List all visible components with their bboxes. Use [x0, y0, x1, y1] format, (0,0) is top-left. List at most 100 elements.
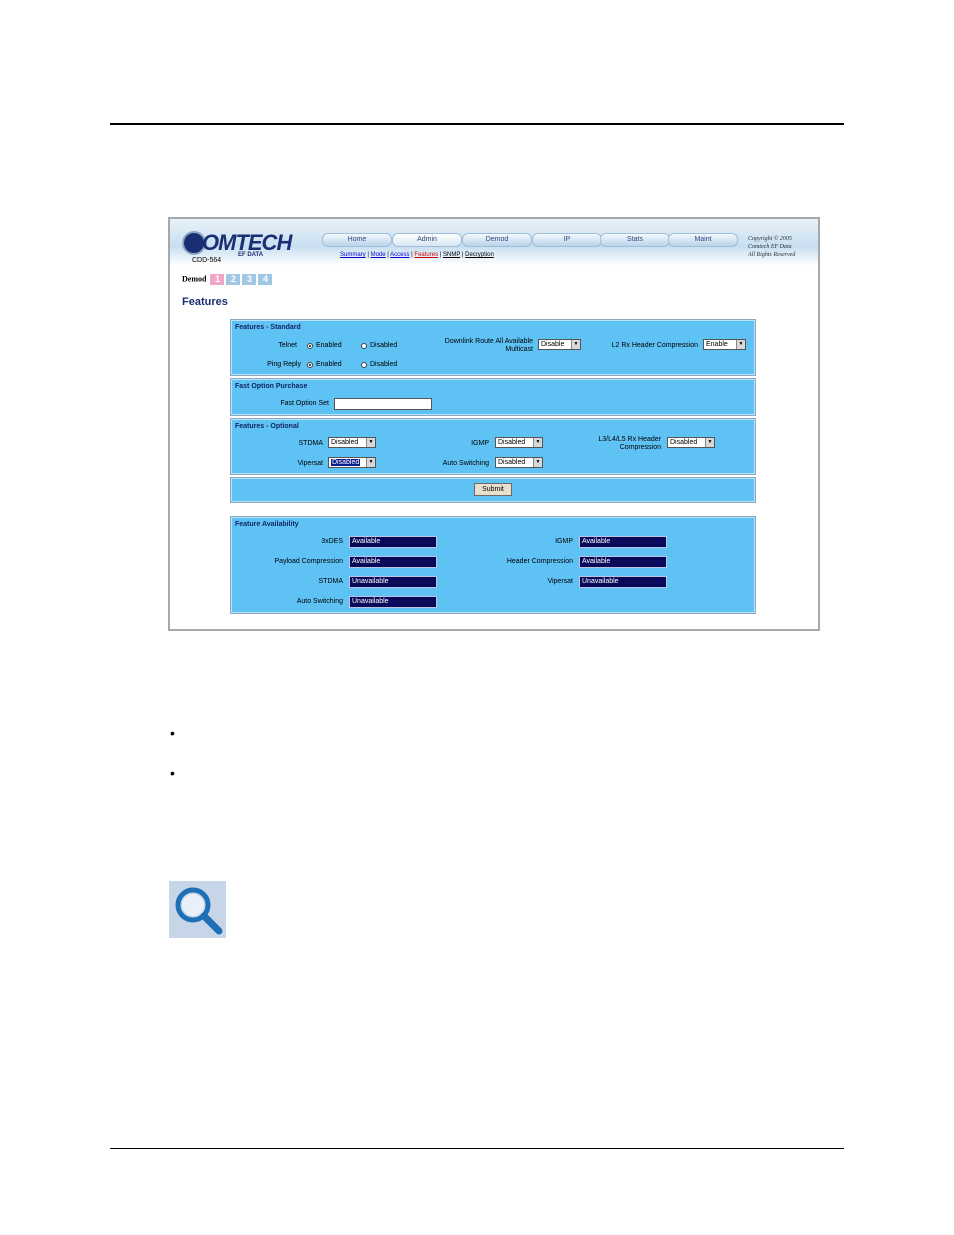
- subnav-access[interactable]: Access: [390, 252, 409, 258]
- telnet-disabled-radio[interactable]: Disabled: [361, 342, 397, 349]
- magnifier-icon: [169, 881, 226, 938]
- select-value: Enable: [706, 341, 728, 348]
- radio-label: Enabled: [316, 361, 342, 368]
- bullet: •: [170, 765, 175, 781]
- downlink-route-label-line: Downlink Route All Available: [444, 338, 533, 345]
- chevron-down-icon: ▼: [736, 340, 745, 349]
- copyright-line: All Rights Reserved: [748, 252, 796, 258]
- tab-maint[interactable]: Maint: [668, 233, 738, 247]
- auto-switching-label: Auto Switching: [442, 460, 489, 467]
- chevron-down-icon: ▼: [533, 438, 542, 447]
- l3-l4-l5-rx-header-compression-label: L3/L4/L5 Rx Header Compression: [598, 436, 661, 452]
- radio-dot: [307, 361, 313, 368]
- panel-header: Features - Standard: [235, 324, 301, 331]
- availability-value: Unavailable: [349, 596, 437, 608]
- availability-value: Available: [579, 536, 667, 548]
- tab-home[interactable]: Home: [322, 233, 392, 247]
- radio-dot: [307, 342, 313, 349]
- subnav-mode[interactable]: Mode: [371, 252, 386, 258]
- select-value: Disable: [541, 341, 565, 348]
- availability-value: Available: [579, 556, 667, 568]
- availability-value: Unavailable: [579, 576, 667, 588]
- admin-subnav: Summary | Mode | Access | Features | SNM…: [340, 252, 494, 258]
- subnav-decryption[interactable]: Decryption: [465, 252, 494, 258]
- availability-value: Available: [349, 556, 437, 568]
- model-label: CDD-564: [192, 257, 222, 264]
- downlink-route-select[interactable]: Disable ▼: [538, 339, 581, 350]
- l3-l4-l5-rx-header-compression-select[interactable]: Disabled ▼: [667, 437, 715, 448]
- select-value: Disabled: [498, 439, 526, 446]
- demod-2-button[interactable]: 2: [226, 274, 241, 285]
- features-optional-panel: Features - Optional STDMA Disabled ▼ Vipe…: [230, 418, 756, 475]
- chevron-down-icon: ▼: [533, 458, 542, 467]
- availability-value: Unavailable: [349, 576, 437, 588]
- subnav-summary[interactable]: Summary: [340, 252, 366, 258]
- panel-header: Features - Optional: [235, 423, 299, 430]
- availability-label: Vipersat: [547, 578, 573, 585]
- submit-button[interactable]: Submit: [474, 483, 512, 496]
- ping-enabled-radio[interactable]: Enabled: [307, 361, 342, 368]
- select-value: Disabled: [498, 459, 526, 466]
- tab-demod[interactable]: Demod: [462, 233, 532, 247]
- subnav-features[interactable]: Features: [414, 252, 438, 258]
- availability-label: Payload Compression: [274, 558, 343, 565]
- demod-4-button[interactable]: 4: [258, 274, 273, 285]
- top-rule: [110, 123, 844, 125]
- stdma-label: STDMA: [298, 440, 324, 447]
- submit-panel: Submit: [230, 477, 756, 503]
- radio-dot: [361, 361, 367, 368]
- igmp-select[interactable]: Disabled ▼: [495, 437, 543, 448]
- tab-stats[interactable]: Stats: [600, 233, 670, 247]
- availability-label: STDMA: [318, 578, 344, 585]
- availability-value: Available: [349, 536, 437, 548]
- vipersat-label: Vipersat: [297, 460, 323, 467]
- select-value: Disabled: [331, 439, 359, 446]
- subnav-snmp[interactable]: SNMP: [443, 252, 460, 258]
- logo-subtitle: EF DATA: [238, 252, 264, 258]
- chevron-down-icon: ▼: [571, 340, 580, 349]
- l2-rx-header-compression-label: L2 Rx Header Compression: [611, 342, 698, 349]
- copyright-line: Copyright © 2005: [748, 236, 792, 242]
- availability-label: 3xDES: [321, 538, 343, 545]
- tab-admin[interactable]: Admin: [392, 233, 462, 247]
- availability-label: Auto Switching: [296, 598, 343, 605]
- magnifier-icon-graphic: [175, 887, 223, 935]
- availability-label: IGMP: [555, 538, 573, 545]
- vipersat-select[interactable]: Disabled ▼: [328, 457, 376, 468]
- ping-disabled-radio[interactable]: Disabled: [361, 361, 397, 368]
- stdma-select[interactable]: Disabled ▼: [328, 437, 376, 448]
- bullet: •: [170, 725, 175, 741]
- availability-label: Header Compression: [506, 558, 573, 565]
- l3-label-line: Compression: [619, 444, 661, 451]
- chevron-down-icon: ▼: [366, 438, 375, 447]
- igmp-label: IGMP: [471, 440, 489, 447]
- bottom-rule: [110, 1148, 844, 1149]
- select-value: Disabled: [670, 439, 698, 446]
- radio-dot: [361, 342, 367, 349]
- telnet-label: Telnet: [278, 342, 297, 349]
- auto-switching-select[interactable]: Disabled ▼: [495, 457, 543, 468]
- fast-option-panel: Fast Option Purchase Fast Option Set: [230, 378, 756, 416]
- ping-reply-label: Ping Reply: [267, 361, 301, 368]
- demod-3-button[interactable]: 3: [242, 274, 257, 285]
- fast-option-set-input[interactable]: [334, 398, 432, 410]
- features-standard-panel: Features - Standard Telnet Enabled Disab…: [230, 319, 756, 376]
- copyright-line: Comtech EF Data: [748, 244, 792, 250]
- demod-1-button[interactable]: 1: [210, 274, 225, 285]
- select-value: Disabled: [331, 459, 361, 466]
- embedded-web-ui-screenshot: OMTECH EF DATA CDD-564 Home Admin Demod …: [168, 217, 820, 631]
- chevron-down-icon: ▼: [705, 438, 714, 447]
- downlink-route-label: Downlink Route All Available Multicast: [445, 338, 533, 354]
- telnet-enabled-radio[interactable]: Enabled: [307, 342, 342, 349]
- downlink-route-label-line: Multicast: [505, 346, 533, 353]
- feature-availability-panel: Feature Availability 3xDES Available Pay…: [230, 516, 756, 614]
- tab-ip[interactable]: IP: [532, 233, 602, 247]
- copyright: Copyright © 2005 Comtech EF Data All Rig…: [748, 235, 795, 259]
- panel-header: Feature Availability: [235, 521, 299, 528]
- header-band: OMTECH EF DATA CDD-564 Home Admin Demod …: [170, 219, 818, 265]
- panel-header: Fast Option Purchase: [235, 383, 308, 390]
- fast-option-set-label: Fast Option Set: [280, 400, 329, 407]
- page-title: Features: [182, 296, 228, 308]
- l2-rx-header-compression-select[interactable]: Enable ▼: [703, 339, 746, 350]
- radio-label: Disabled: [370, 342, 398, 349]
